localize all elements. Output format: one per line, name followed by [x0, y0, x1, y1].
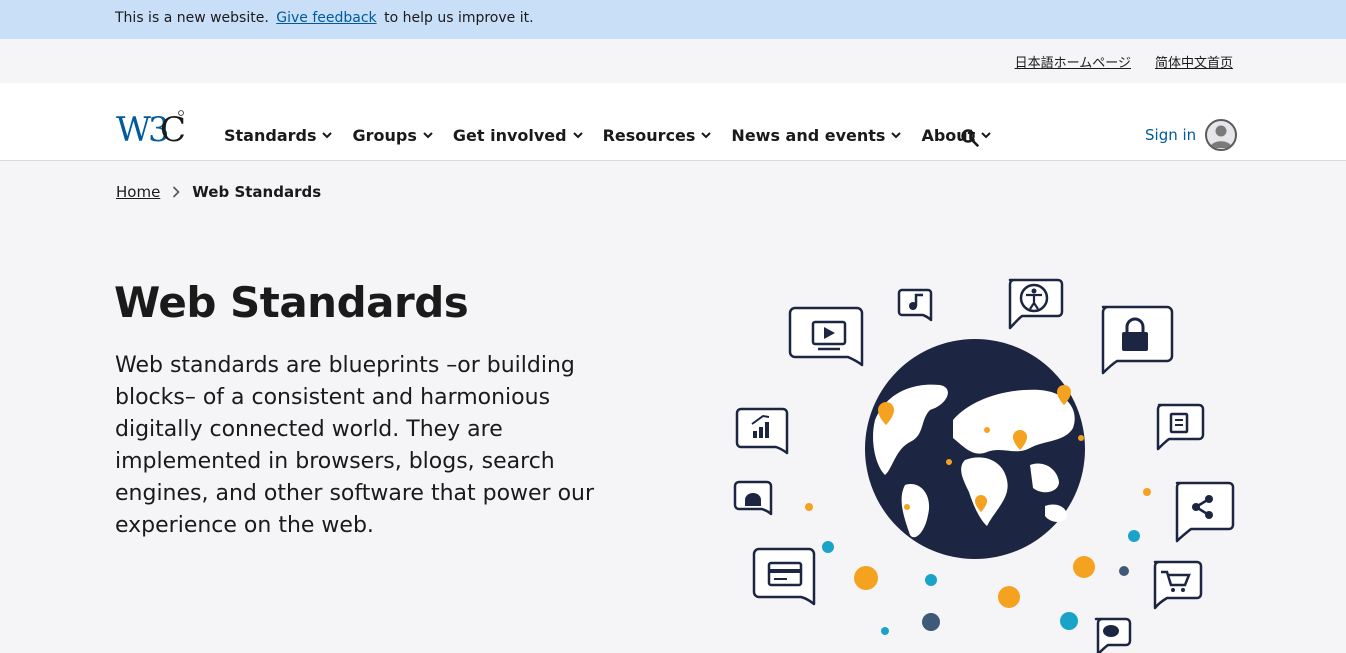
breadcrumb-home-link[interactable]: Home [116, 183, 160, 201]
nav-get-involved[interactable]: Get involved [453, 126, 583, 145]
chevron-down-icon [322, 132, 333, 139]
chevron-down-icon [572, 132, 583, 139]
chevron-down-icon [423, 132, 433, 139]
page-title: Web Standards [114, 278, 469, 327]
nav-get-involved-label: Get involved [452, 126, 567, 145]
nav-about[interactable]: About [921, 126, 992, 145]
sign-in-label: Sign in [1145, 126, 1197, 144]
nav-news-and-events[interactable]: News and events [731, 126, 902, 145]
japanese-home-link[interactable]: 日本語ホームページ [1015, 52, 1131, 71]
nav-standards[interactable]: Standards [224, 126, 333, 145]
nav-standards-label: Standards [224, 126, 317, 145]
globe-illustration [733, 278, 1235, 653]
search-icon[interactable] [961, 129, 979, 147]
chevron-down-icon [981, 132, 992, 139]
feedback-text: This is a new website. Give feedback to … [115, 10, 534, 26]
feedback-banner: This is a new website. Give feedback to … [0, 0, 1346, 39]
main-nav: Standards Groups Get involved Resources … [224, 126, 1011, 145]
chinese-home-link[interactable]: 简体中文首页 [1155, 52, 1233, 71]
breadcrumb-current: Web Standards [192, 183, 322, 201]
comment-icon [1103, 625, 1119, 637]
nav-groups[interactable]: Groups [352, 126, 433, 145]
globe-icon [865, 339, 1085, 559]
hero-description: Web standards are blueprints –or buildin… [115, 353, 595, 538]
nav-groups-label: Groups [352, 126, 417, 145]
sign-in-button[interactable]: Sign in [1145, 119, 1238, 151]
feedback-suffix: to help us improve it. [384, 10, 534, 26]
avatar-icon [1205, 119, 1238, 151]
feedback-prefix: This is a new website. [115, 10, 269, 26]
site-header: W3 C Standards Groups Get involved Resou… [0, 83, 1346, 161]
nav-resources[interactable]: Resources [603, 126, 712, 145]
chevron-right-icon [172, 186, 180, 198]
nav-resources-label: Resources [602, 126, 696, 145]
chevron-down-icon [891, 132, 902, 139]
breadcrumb: Home Web Standards [116, 183, 321, 201]
language-bar: 日本語ホームページ 简体中文首页 [0, 39, 1346, 83]
give-feedback-link[interactable]: Give feedback [276, 10, 376, 26]
w3c-logo[interactable]: W3 C [116, 108, 188, 146]
nav-news-label: News and events [731, 126, 886, 145]
chevron-down-icon [701, 132, 712, 139]
